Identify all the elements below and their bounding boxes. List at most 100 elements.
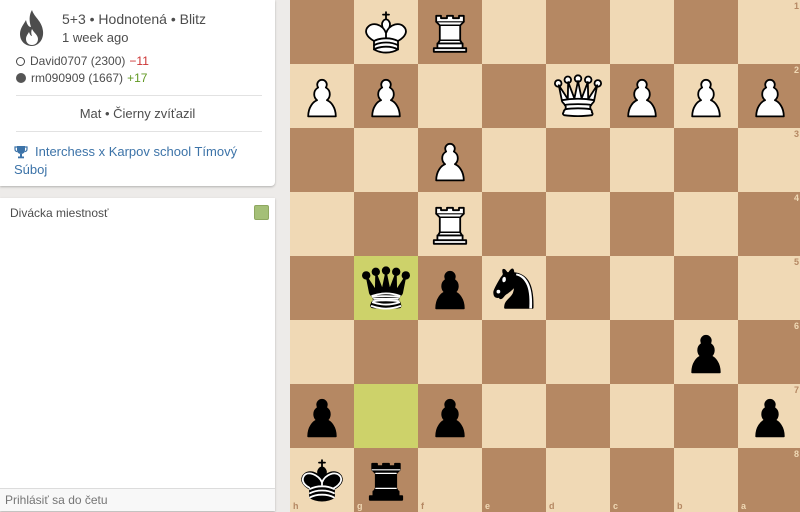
square-c6[interactable]	[610, 320, 674, 384]
square-d8[interactable]: d	[546, 448, 610, 512]
square-a3[interactable]: 3	[738, 128, 800, 192]
square-c2[interactable]	[610, 64, 674, 128]
white-pawn-icon[interactable]	[359, 69, 413, 123]
square-h5[interactable]	[290, 256, 354, 320]
square-c1[interactable]	[610, 0, 674, 64]
black-king-icon[interactable]	[295, 453, 349, 507]
square-a1[interactable]: 1	[738, 0, 800, 64]
square-b6[interactable]	[674, 320, 738, 384]
black-player-name[interactable]: rm090909 (1667)	[31, 71, 123, 85]
square-d7[interactable]	[546, 384, 610, 448]
square-f3[interactable]	[418, 128, 482, 192]
square-c3[interactable]	[610, 128, 674, 192]
square-c5[interactable]	[610, 256, 674, 320]
square-e7[interactable]	[482, 384, 546, 448]
file-label: b	[677, 501, 683, 511]
square-f2[interactable]	[418, 64, 482, 128]
square-e8[interactable]: e	[482, 448, 546, 512]
square-e5[interactable]	[482, 256, 546, 320]
square-h3[interactable]	[290, 128, 354, 192]
square-c8[interactable]: c	[610, 448, 674, 512]
white-player[interactable]: David0707 (2300) −11	[16, 54, 149, 68]
black-pawn-icon[interactable]	[423, 389, 477, 443]
square-b3[interactable]	[674, 128, 738, 192]
square-g4[interactable]	[354, 192, 418, 256]
square-h1[interactable]	[290, 0, 354, 64]
black-color-icon	[16, 73, 26, 83]
game-info-panel: 5+3 • Hodnotená • Blitz 1 week ago David…	[0, 0, 275, 186]
square-g2[interactable]	[354, 64, 418, 128]
square-c7[interactable]	[610, 384, 674, 448]
square-f6[interactable]	[418, 320, 482, 384]
square-g8[interactable]: g	[354, 448, 418, 512]
square-g6[interactable]	[354, 320, 418, 384]
square-h7[interactable]	[290, 384, 354, 448]
square-d1[interactable]	[546, 0, 610, 64]
square-f7[interactable]	[418, 384, 482, 448]
black-rook-icon[interactable]	[359, 453, 413, 507]
square-a5[interactable]: 5	[738, 256, 800, 320]
black-knight-icon[interactable]	[487, 261, 541, 315]
chess-board[interactable]: 1234 56 7 hgfe dcb 8a	[290, 0, 800, 512]
blitz-fire-icon	[20, 10, 44, 46]
square-d3[interactable]	[546, 128, 610, 192]
square-h2[interactable]	[290, 64, 354, 128]
square-b2[interactable]	[674, 64, 738, 128]
square-a7[interactable]: 7	[738, 384, 800, 448]
square-a6[interactable]: 6	[738, 320, 800, 384]
square-d6[interactable]	[546, 320, 610, 384]
black-pawn-icon[interactable]	[679, 325, 733, 379]
square-b7[interactable]	[674, 384, 738, 448]
square-b4[interactable]	[674, 192, 738, 256]
white-pawn-icon[interactable]	[295, 69, 349, 123]
square-e1[interactable]	[482, 0, 546, 64]
square-a4[interactable]: 4	[738, 192, 800, 256]
chat-toggle[interactable]	[254, 205, 269, 220]
square-b8[interactable]: b	[674, 448, 738, 512]
square-g5[interactable]	[354, 256, 418, 320]
white-pawn-icon[interactable]	[679, 69, 733, 123]
white-pawn-icon[interactable]	[743, 69, 797, 123]
rank-label: 4	[793, 193, 799, 203]
rank-label: 6	[793, 321, 799, 331]
tournament-link[interactable]: Interchess x Karpov school Tímový Súboj	[14, 143, 262, 179]
white-pawn-icon[interactable]	[615, 69, 669, 123]
game-setup-title: 5+3 • Hodnotená • Blitz	[62, 11, 207, 27]
square-f1[interactable]	[418, 0, 482, 64]
square-h8[interactable]: h	[290, 448, 354, 512]
square-e6[interactable]	[482, 320, 546, 384]
black-queen-icon[interactable]	[359, 261, 413, 315]
square-c4[interactable]	[610, 192, 674, 256]
square-h4[interactable]	[290, 192, 354, 256]
square-b1[interactable]	[674, 0, 738, 64]
black-pawn-icon[interactable]	[743, 389, 797, 443]
square-d2[interactable]	[546, 64, 610, 128]
square-g3[interactable]	[354, 128, 418, 192]
square-f5[interactable]	[418, 256, 482, 320]
square-e3[interactable]	[482, 128, 546, 192]
chat-input[interactable]	[0, 488, 275, 511]
square-e4[interactable]	[482, 192, 546, 256]
square-e2[interactable]	[482, 64, 546, 128]
square-f4[interactable]	[418, 192, 482, 256]
white-rook-icon[interactable]	[423, 197, 477, 251]
file-label: e	[485, 501, 491, 511]
square-g7[interactable]	[354, 384, 418, 448]
white-player-name[interactable]: David0707 (2300)	[30, 54, 125, 68]
white-rook-icon[interactable]	[423, 5, 477, 59]
square-f8[interactable]: f	[418, 448, 482, 512]
white-pawn-icon[interactable]	[423, 133, 477, 187]
white-rating-diff: −11	[129, 54, 149, 68]
white-king-icon[interactable]	[359, 5, 413, 59]
white-queen-icon[interactable]	[551, 69, 605, 123]
black-pawn-icon[interactable]	[295, 389, 349, 443]
black-player[interactable]: rm090909 (1667) +17	[16, 71, 147, 85]
square-d4[interactable]	[546, 192, 610, 256]
square-a8[interactable]: 8a	[738, 448, 800, 512]
square-d5[interactable]	[546, 256, 610, 320]
square-b5[interactable]	[674, 256, 738, 320]
square-g1[interactable]	[354, 0, 418, 64]
square-h6[interactable]	[290, 320, 354, 384]
black-pawn-icon[interactable]	[423, 261, 477, 315]
square-a2[interactable]: 2	[738, 64, 800, 128]
